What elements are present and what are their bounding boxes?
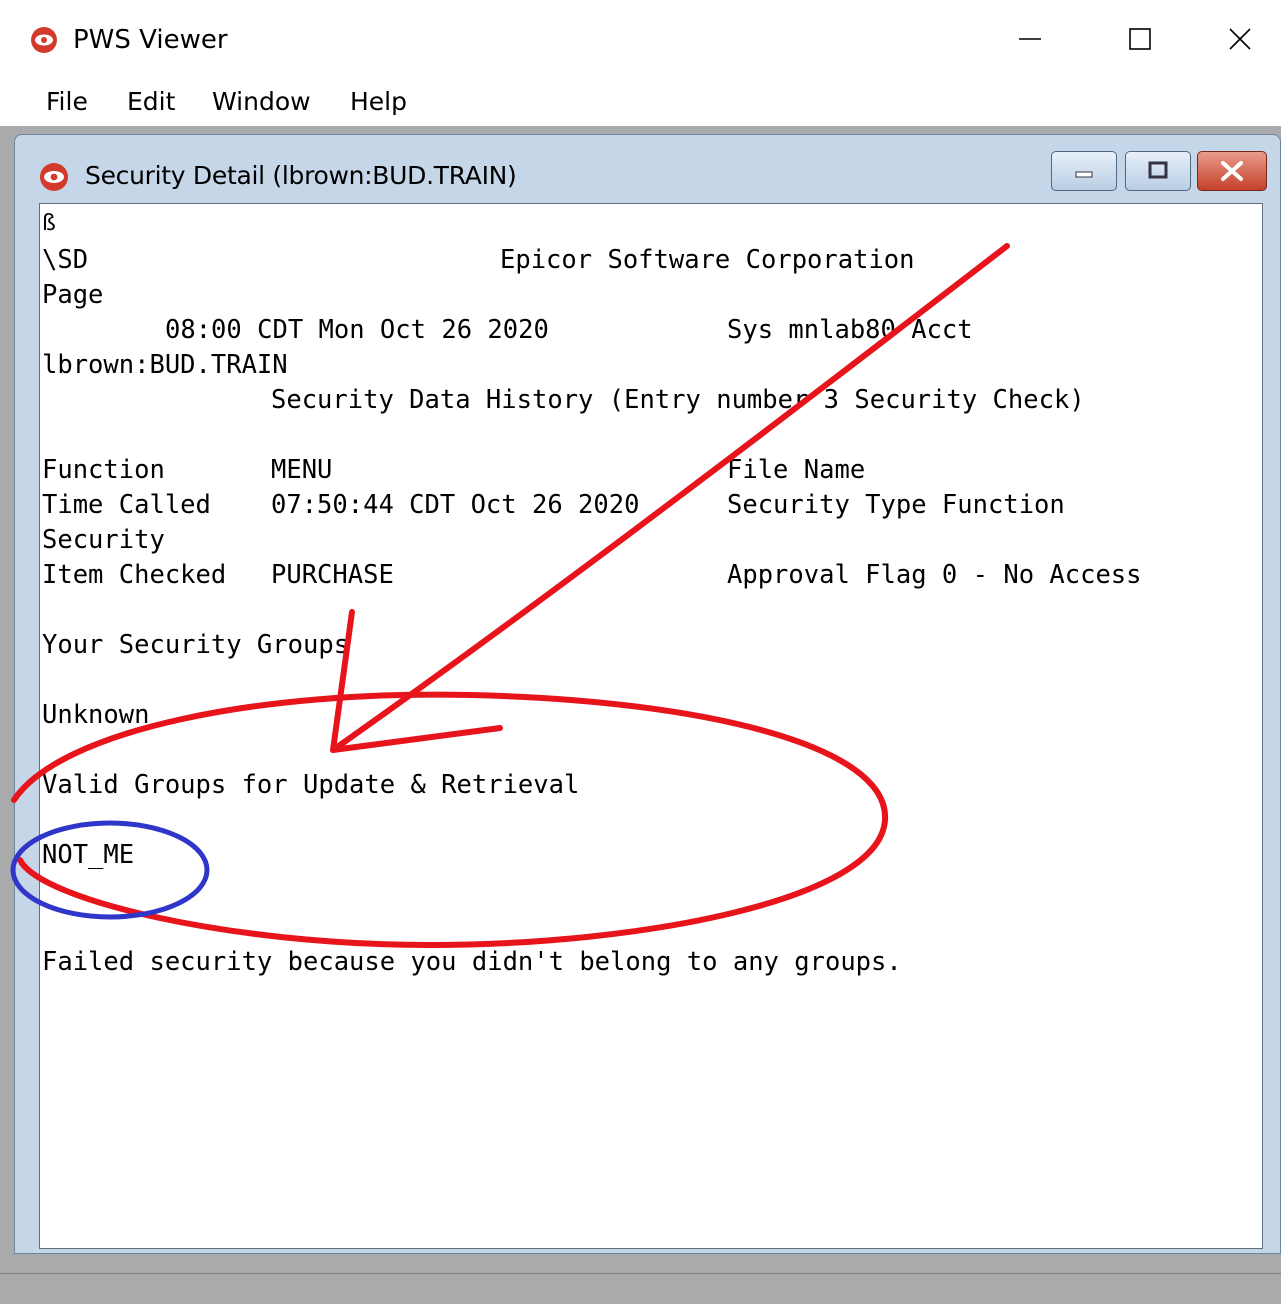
item-checked-value: PURCHASE	[271, 560, 394, 590]
valid-groups-value: NOT_ME	[42, 840, 135, 870]
app-title: PWS Viewer	[73, 25, 228, 55]
status-bar	[0, 1273, 1281, 1304]
mdi-area: Security Detail (lbrown:BUD.TRAIN) ß \SD…	[0, 126, 1281, 1303]
security-word: Security	[42, 525, 165, 555]
maximize-icon	[1129, 28, 1151, 50]
time-called-value: 07:50:44 CDT Oct 26 2020	[271, 490, 640, 520]
file-name-label: File Name	[727, 455, 866, 485]
minimize-button[interactable]	[985, 6, 1075, 72]
child-close-button[interactable]	[1197, 151, 1267, 191]
pws-viewer-window: PWS Viewer File Edit Window Help Securit…	[0, 0, 1281, 1304]
menu-help[interactable]: Help	[350, 86, 407, 118]
close-icon	[1229, 28, 1251, 50]
minimize-icon	[1075, 171, 1093, 178]
report-text-area[interactable]: ß \SD Epicor Software Corporation Page 0…	[39, 203, 1263, 1249]
your-groups-label: Your Security Groups	[42, 630, 350, 660]
close-icon	[1221, 161, 1243, 181]
eye-icon	[31, 27, 57, 53]
security-type: Security Type Function	[727, 490, 1065, 520]
report-sd: \SD	[42, 245, 89, 275]
function-label: Function	[42, 455, 165, 485]
approval-flag: Approval Flag 0 - No Access	[727, 560, 1142, 590]
function-value: MENU	[271, 455, 333, 485]
close-button[interactable]	[1195, 6, 1281, 72]
security-detail-window: Security Detail (lbrown:BUD.TRAIN) ß \SD…	[14, 134, 1281, 1254]
child-maximize-button[interactable]	[1125, 151, 1191, 191]
report-company: Epicor Software Corporation	[500, 245, 915, 275]
your-groups-value: Unknown	[42, 700, 150, 730]
report-page-label: Page	[42, 280, 104, 310]
menu-file[interactable]: File	[46, 86, 88, 118]
report-datetime: 08:00 CDT Mon Oct 26 2020	[165, 315, 549, 345]
child-minimize-button[interactable]	[1051, 151, 1117, 191]
report-heading: Security Data History (Entry number 3 Se…	[271, 385, 1085, 415]
report-sys-acct: Sys mnlab80 Acct	[727, 315, 973, 345]
menu-bar: File Edit Window Help	[0, 78, 1281, 126]
maximize-button[interactable]	[1095, 6, 1185, 72]
item-checked-label: Item Checked	[42, 560, 227, 590]
time-called-label: Time Called	[42, 490, 211, 520]
title-bar: PWS Viewer	[0, 0, 1281, 78]
menu-window[interactable]: Window	[212, 86, 311, 118]
menu-edit[interactable]: Edit	[127, 86, 175, 118]
child-window-title: Security Detail (lbrown:BUD.TRAIN)	[85, 161, 517, 190]
failure-message: Failed security because you didn't belon…	[42, 947, 902, 977]
report-account: lbrown:BUD.TRAIN	[42, 350, 288, 380]
maximize-icon	[1148, 161, 1168, 179]
eye-icon	[40, 163, 68, 191]
text-cursor: ß	[42, 211, 56, 236]
valid-groups-label: Valid Groups for Update & Retrieval	[42, 770, 580, 800]
minimize-icon	[1019, 38, 1041, 40]
